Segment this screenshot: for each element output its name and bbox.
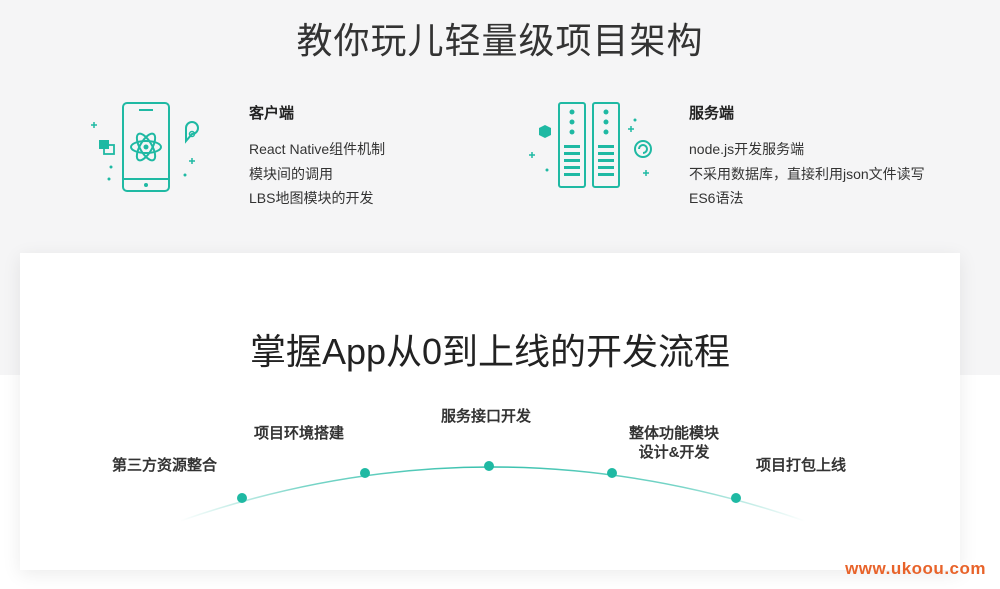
step-third-party: 第三方资源整合 [112, 457, 218, 474]
step-api-dev: 服务接口开发 [441, 408, 532, 425]
timeline-node [237, 493, 247, 503]
server-line: ES6语法 [689, 190, 744, 206]
timeline-node [360, 468, 370, 478]
server-line: node.js开发服务端 [689, 141, 805, 157]
step-env-setup: 项目环境搭建 [254, 425, 345, 442]
client-title: 客户端 [249, 105, 295, 122]
server-line: 不采用数据库，直接利用json文件读写 [689, 165, 925, 182]
phone-react-icon [85, 95, 215, 205]
client-line: 模块间的调用 [249, 165, 333, 182]
client-line: React Native组件机制 [249, 141, 386, 157]
server-title: 服务端 [689, 105, 735, 122]
step-release: 项目打包上线 [756, 457, 847, 474]
watermark-text: www.ukoou.com [845, 559, 986, 578]
step-module-design: 整体功能模块 设计&开发 [629, 424, 719, 462]
server-rack-icon [525, 95, 655, 205]
section-title-architecture: 教你玩儿轻量级项目架构 [296, 20, 704, 61]
process-card: 掌握App从0到上线的开发流程 第三方资源整合 项目环境搭建 服务接口开发 整体… [20, 253, 960, 570]
client-line: LBS地图模块的开发 [249, 190, 374, 206]
timeline-node [731, 493, 741, 503]
timeline-node [484, 461, 494, 471]
step-module-line2: 设计&开发 [638, 444, 710, 461]
step-module-line1: 整体功能模块 [629, 425, 720, 442]
timeline-node [607, 468, 617, 478]
timeline-arc [179, 466, 806, 522]
